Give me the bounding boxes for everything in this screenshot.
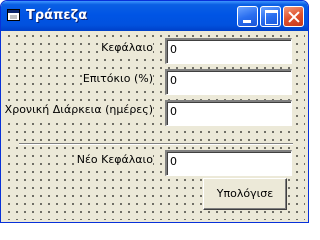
duration-input[interactable]: 0 (165, 100, 292, 126)
close-button[interactable] (283, 6, 304, 27)
minimize-button[interactable] (237, 6, 258, 27)
maximize-button[interactable] (260, 6, 281, 27)
app-window-icon[interactable] (7, 9, 20, 21)
separator-line (19, 143, 293, 145)
window-title: Τράπεζα (26, 8, 88, 23)
duration-label: Χρονική Διάρκεια (ημέρες) (4, 103, 153, 117)
calculate-button[interactable]: Υπολόγισε (203, 178, 287, 210)
new-capital-label: Νέο Κεφάλαιο (76, 153, 153, 167)
capital-label: Κεφάλαιο (101, 41, 153, 55)
app-window: Τράπεζα Κεφάλαιο 0 Επιτόκιο (%) 0 Χρονικ… (0, 0, 309, 223)
interest-rate-label: Επιτόκιο (%) (82, 72, 153, 86)
capital-input[interactable]: 0 (165, 38, 292, 64)
title-bar[interactable]: Τράπεζα (1, 1, 308, 31)
new-capital-output[interactable]: 0 (165, 150, 292, 176)
form-area: Κεφάλαιο 0 Επιτόκιο (%) 0 Χρονική Διάρκε… (4, 31, 305, 220)
interest-rate-input[interactable]: 0 (165, 69, 292, 95)
